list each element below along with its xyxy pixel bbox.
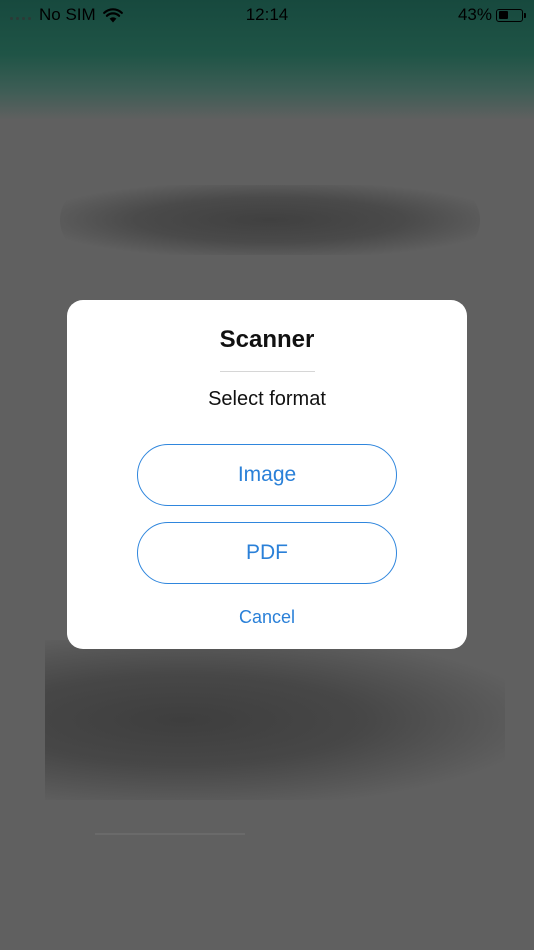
- blurred-content-card: [45, 640, 505, 800]
- status-right: 43%: [458, 5, 526, 25]
- dialog-title: Scanner: [219, 326, 315, 353]
- status-bar: No SIM 12:14 43%: [0, 0, 534, 30]
- status-time: 12:14: [245, 5, 289, 24]
- image-format-button[interactable]: Image: [137, 444, 397, 506]
- battery-nub: [524, 12, 526, 18]
- battery-fill: [498, 11, 508, 19]
- title-divider: [220, 371, 315, 372]
- battery-percent: 43%: [457, 5, 492, 24]
- battery-icon: [496, 8, 523, 22]
- blurred-search-bar: [60, 185, 480, 255]
- blurred-divider: [95, 833, 245, 835]
- format-dialog: Scanner Select format Image PDF Cancel: [67, 300, 467, 649]
- cancel-button[interactable]: Cancel: [67, 607, 467, 628]
- pdf-format-button[interactable]: PDF: [137, 522, 397, 584]
- dialog-subtitle: Select format: [208, 388, 326, 410]
